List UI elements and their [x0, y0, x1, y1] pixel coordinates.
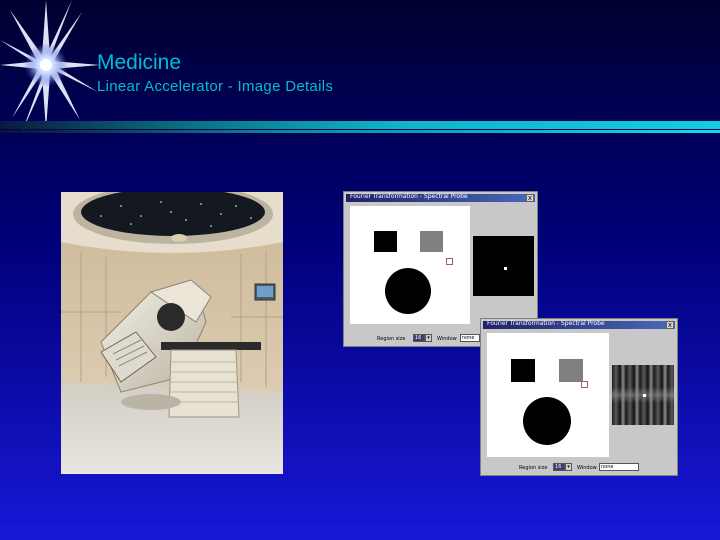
spectrum-dot	[643, 394, 646, 397]
spectrum-panel	[473, 236, 534, 296]
region-size-select[interactable]: 16	[553, 463, 565, 471]
black-circle	[523, 397, 571, 445]
slide-subtitle: Linear Accelerator - Image Details	[97, 78, 334, 95]
window-select[interactable]: none	[460, 334, 480, 342]
window-titlebar[interactable]: Fourier Transformation - Spectral Probe …	[483, 320, 675, 329]
slide-title: Medicine	[97, 51, 182, 74]
close-button[interactable]: x	[526, 194, 534, 202]
window-title: Fourier Transformation - Spectral Probe	[350, 193, 468, 200]
title-divider-thin	[0, 130, 720, 133]
region-size-label: Region size	[519, 465, 548, 471]
black-square	[374, 231, 397, 252]
spectral-probe-window-2[interactable]: Fourier Transformation - Spectral Probe …	[480, 318, 678, 476]
gray-square	[420, 231, 443, 252]
window-label: Window	[437, 336, 457, 342]
image-panel[interactable]	[487, 333, 609, 457]
spectrum-dot	[504, 267, 507, 270]
close-button[interactable]: x	[666, 321, 674, 329]
chevron-down-icon[interactable]: ▾	[565, 463, 572, 471]
window-select[interactable]: none	[599, 463, 639, 471]
chevron-down-icon[interactable]: ▾	[425, 334, 432, 342]
window-titlebar[interactable]: Fourier Transformation - Spectral Probe …	[346, 193, 535, 202]
image-panel[interactable]	[350, 206, 470, 324]
window-title: Fourier Transformation - Spectral Probe	[487, 320, 605, 327]
black-circle	[385, 268, 431, 314]
title-divider	[0, 121, 720, 129]
gray-square	[559, 359, 583, 382]
black-square	[511, 359, 535, 382]
window-label: Window	[577, 465, 597, 471]
spectrum-panel	[612, 365, 674, 425]
probe-marker[interactable]	[446, 258, 453, 265]
region-size-select[interactable]: 16	[413, 334, 425, 342]
linear-accelerator-photo	[61, 192, 283, 474]
starburst-logo	[0, 0, 100, 132]
probe-marker[interactable]	[581, 381, 588, 388]
region-size-label: Region size	[377, 336, 406, 342]
